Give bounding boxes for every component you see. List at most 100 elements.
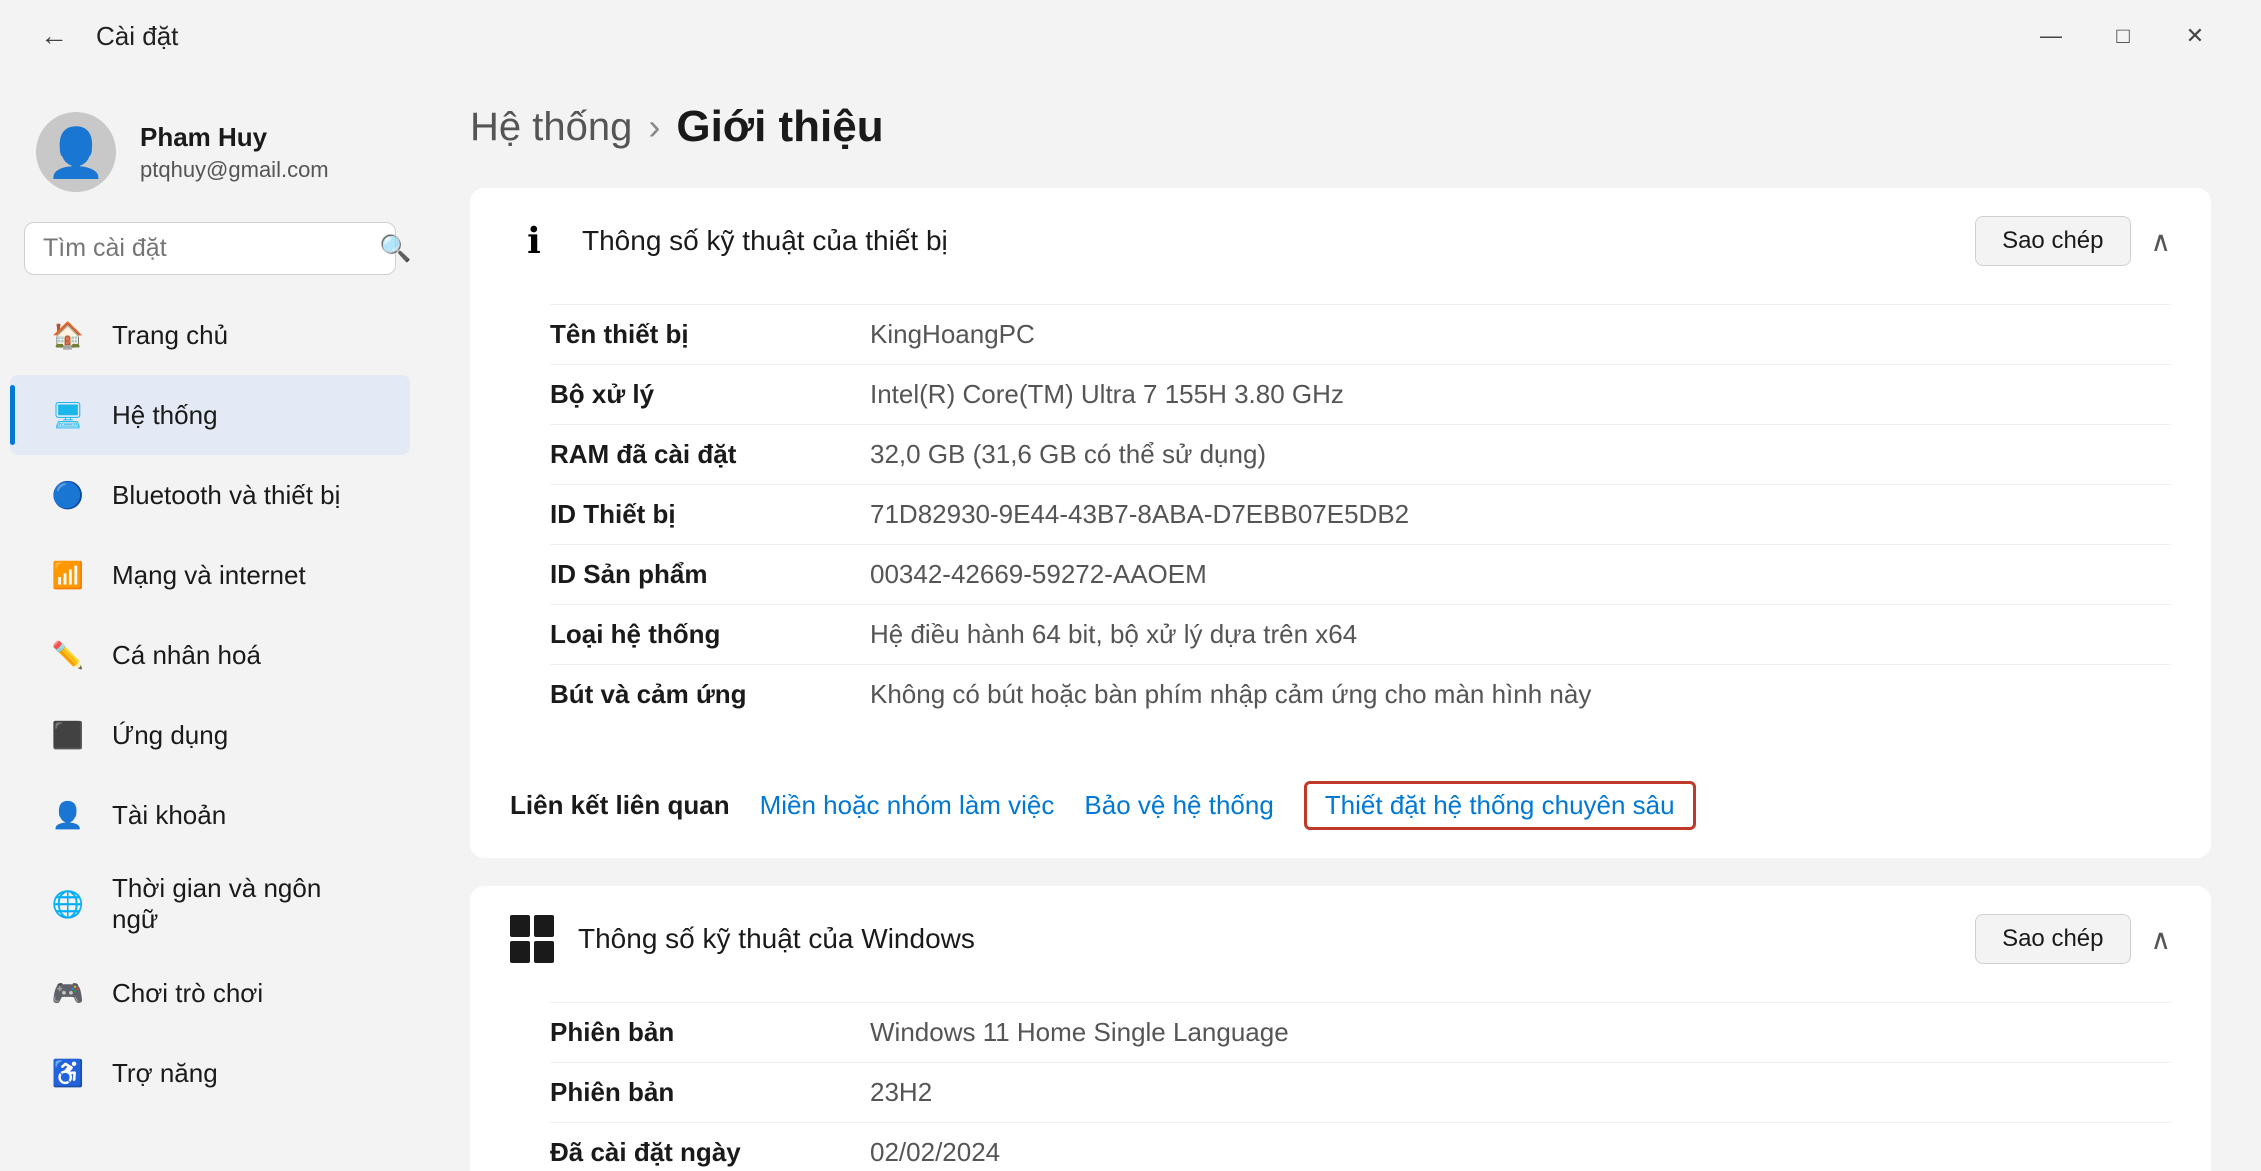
breadcrumb-separator: ›	[648, 106, 660, 148]
label-device-name: Tên thiết bị	[550, 319, 810, 350]
label-version: Phiên bản	[550, 1077, 810, 1108]
nav-item-games[interactable]: 🎮 Chơi trò chơi	[10, 953, 410, 1033]
table-row: Phiên bản 23H2	[550, 1062, 2171, 1122]
avatar: 👤	[36, 112, 116, 192]
device-section-header[interactable]: ℹ Thông số kỹ thuật của thiết bị Sao ché…	[470, 188, 2211, 294]
games-icon: 🎮	[46, 971, 90, 1015]
table-row: ID Thiết bị 71D82930-9E44-43B7-8ABA-D7EB…	[550, 484, 2171, 544]
close-button[interactable]: ✕	[2159, 8, 2231, 64]
value-ram: 32,0 GB (31,6 GB có thể sử dụng)	[870, 439, 1266, 470]
user-email: ptqhuy@gmail.com	[140, 157, 329, 183]
nav-label-home: Trang chủ	[112, 320, 228, 351]
related-link-advanced[interactable]: Thiết đặt hệ thống chuyên sâu	[1304, 781, 1696, 830]
windows-section-actions: Sao chép ∧	[1975, 914, 2171, 964]
minimize-button[interactable]: —	[2015, 8, 2087, 64]
table-row: Bộ xử lý Intel(R) Core(TM) Ultra 7 155H …	[550, 364, 2171, 424]
breadcrumb-parent[interactable]: Hệ thống	[470, 105, 632, 150]
device-copy-button[interactable]: Sao chép	[1975, 216, 2130, 266]
windows-section-card: Thông số kỹ thuật của Windows Sao chép ∧…	[470, 886, 2211, 1171]
nav-label-games: Chơi trò chơi	[112, 978, 263, 1009]
value-pen-touch: Không có bút hoặc bàn phím nhập cảm ứng …	[870, 679, 1591, 710]
maximize-button[interactable]: □	[2087, 8, 2159, 64]
value-product-id: 00342-42669-59272-AAOEM	[870, 559, 1207, 590]
related-link-protection[interactable]: Bảo vệ hệ thống	[1084, 790, 1273, 821]
label-install-date: Đã cài đặt ngày	[550, 1137, 810, 1168]
related-link-domain[interactable]: Miền hoặc nhóm làm việc	[760, 790, 1055, 821]
avatar-icon: 👤	[46, 124, 106, 181]
device-chevron-icon: ∧	[2151, 225, 2172, 258]
nav-item-home[interactable]: 🏠 Trang chủ	[10, 295, 410, 375]
nav-label-network: Mạng và internet	[112, 560, 306, 591]
nav-item-time[interactable]: 🌐 Thời gian và ngôn ngữ	[10, 855, 410, 953]
device-info-table: Tên thiết bị KingHoangPC Bộ xử lý Intel(…	[470, 294, 2211, 754]
user-profile: 👤 Pham Huy ptqhuy@gmail.com	[0, 92, 420, 222]
nav-item-access[interactable]: ♿ Trợ năng	[10, 1033, 410, 1113]
label-processor: Bộ xử lý	[550, 379, 810, 410]
user-info: Pham Huy ptqhuy@gmail.com	[140, 122, 329, 183]
time-icon: 🌐	[46, 882, 90, 926]
nav-item-bluetooth[interactable]: 🔵 Bluetooth và thiết bị	[10, 455, 410, 535]
search-box[interactable]: 🔍	[24, 222, 396, 275]
window-title: Cài đặt	[96, 21, 178, 52]
search-input[interactable]	[43, 234, 365, 263]
windows-section-title: Thông số kỹ thuật của Windows	[578, 923, 975, 955]
label-device-id: ID Thiết bị	[550, 499, 810, 530]
user-name: Pham Huy	[140, 122, 329, 153]
windows-chevron-icon: ∧	[2151, 923, 2172, 956]
value-system-type: Hệ điều hành 64 bit, bộ xử lý dựa trên x…	[870, 619, 1357, 650]
device-info-icon: ℹ	[510, 217, 558, 265]
apps-icon: ⬛	[46, 713, 90, 757]
table-row: Phiên bản Windows 11 Home Single Languag…	[550, 1002, 2171, 1062]
breadcrumb: Hệ thống › Giới thiệu	[470, 102, 2211, 152]
title-bar-controls: — □ ✕	[2015, 8, 2231, 64]
value-device-id: 71D82930-9E44-43B7-8ABA-D7EBB07E5DB2	[870, 499, 1409, 530]
label-ram: RAM đã cài đặt	[550, 439, 810, 470]
breadcrumb-current: Giới thiệu	[676, 102, 883, 152]
access-icon: ♿	[46, 1051, 90, 1095]
nav-label-access: Trợ năng	[112, 1058, 218, 1089]
bluetooth-icon: 🔵	[46, 473, 90, 517]
label-pen-touch: Bút và cảm ứng	[550, 679, 810, 710]
device-section-title: Thông số kỹ thuật của thiết bị	[582, 225, 948, 257]
nav-item-network[interactable]: 📶 Mạng và internet	[10, 535, 410, 615]
table-row: RAM đã cài đặt 32,0 GB (31,6 GB có thể s…	[550, 424, 2171, 484]
windows-section-header-left: Thông số kỹ thuật của Windows	[510, 917, 975, 961]
system-icon: 🖥	[46, 393, 90, 437]
related-links: Liên kết liên quan Miền hoặc nhóm làm vi…	[470, 753, 2211, 858]
search-icon: 🔍	[379, 233, 411, 264]
windows-section-header[interactable]: Thông số kỹ thuật của Windows Sao chép ∧	[470, 886, 2211, 992]
nav-item-personal[interactable]: ✏️ Cá nhân hoá	[10, 615, 410, 695]
nav-label-bluetooth: Bluetooth và thiết bị	[112, 480, 340, 511]
nav-label-accounts: Tài khoản	[112, 800, 226, 831]
nav-label-system: Hệ thống	[112, 400, 218, 431]
value-install-date: 02/02/2024	[870, 1137, 1000, 1168]
windows-copy-button[interactable]: Sao chép	[1975, 914, 2130, 964]
title-bar-left: ← Cài đặt	[30, 12, 2015, 60]
accounts-icon: 👤	[46, 793, 90, 837]
nav-label-time: Thời gian và ngôn ngữ	[112, 873, 374, 935]
label-system-type: Loại hệ thống	[550, 619, 810, 650]
value-device-name: KingHoangPC	[870, 319, 1035, 350]
personalise-icon: ✏️	[46, 633, 90, 677]
window: ← Cài đặt — □ ✕ 👤 Pham Huy ptqhuy@gmail.…	[0, 0, 2261, 1171]
windows-logo-icon	[510, 917, 554, 961]
value-processor: Intel(R) Core(TM) Ultra 7 155H 3.80 GHz	[870, 379, 1344, 410]
label-product-id: ID Sản phẩm	[550, 559, 810, 590]
value-version: 23H2	[870, 1077, 932, 1108]
related-links-label: Liên kết liên quan	[510, 790, 730, 821]
device-section-actions: Sao chép ∧	[1975, 216, 2171, 266]
network-icon: 📶	[46, 553, 90, 597]
nav-item-accounts[interactable]: 👤 Tài khoản	[10, 775, 410, 855]
table-row: Tên thiết bị KingHoangPC	[550, 304, 2171, 364]
device-section-header-left: ℹ Thông số kỹ thuật của thiết bị	[510, 217, 948, 265]
back-button[interactable]: ←	[30, 12, 78, 60]
table-row: Đã cài đặt ngày 02/02/2024	[550, 1122, 2171, 1171]
windows-info-table: Phiên bản Windows 11 Home Single Languag…	[470, 992, 2211, 1171]
nav-item-system[interactable]: 🖥 Hệ thống	[10, 375, 410, 455]
content-area: Hệ thống › Giới thiệu ℹ Thông số kỹ thuậ…	[420, 72, 2261, 1171]
value-edition: Windows 11 Home Single Language	[870, 1017, 1289, 1048]
table-row: Loại hệ thống Hệ điều hành 64 bit, bộ xử…	[550, 604, 2171, 664]
nav-item-apps[interactable]: ⬛ Ứng dụng	[10, 695, 410, 775]
table-row: Bút và cảm ứng Không có bút hoặc bàn phí…	[550, 664, 2171, 724]
device-section-card: ℹ Thông số kỹ thuật của thiết bị Sao ché…	[470, 188, 2211, 858]
